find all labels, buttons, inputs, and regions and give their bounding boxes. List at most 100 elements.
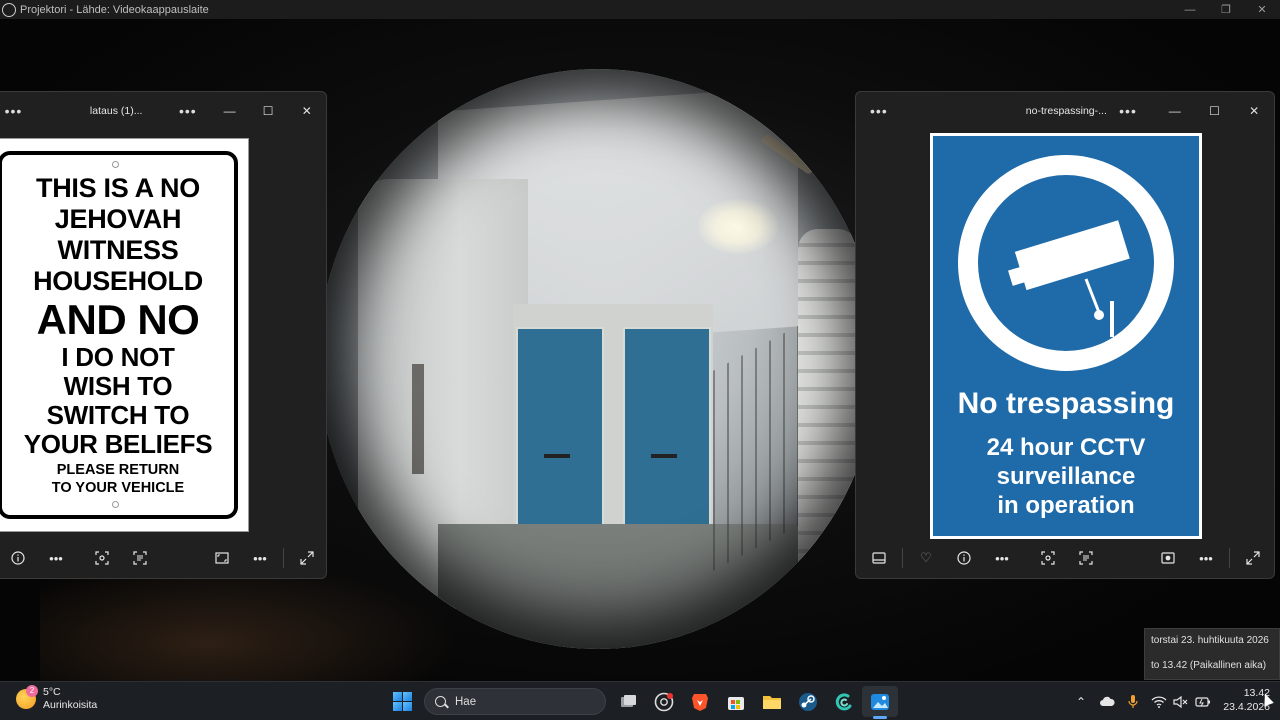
more-icon[interactable]: ••• [37,544,75,572]
sign-line: THIS IS A NO [36,173,200,203]
photos-window-left[interactable]: ••• lataus (1)... ••• — ☐ ✕ THIS IS A NO… [0,91,327,579]
taskbar: 2 5°C Aurinkoisita Hae ⌃ 13.42 23.4.2026 [0,681,1280,720]
toolbar-divider [1229,548,1230,568]
more-options-button[interactable]: ••• [1113,103,1143,119]
file-explorer-icon[interactable] [754,686,790,717]
weather-widget[interactable]: 2 5°C Aurinkoisita [16,685,97,712]
notification-badge: 2 [26,685,38,697]
projector-titlebar: Projektori - Lähde: Videokaappauslaite —… [0,0,1280,19]
system-tray: ⌃ [1070,686,1214,717]
chrome-icon[interactable] [646,686,682,717]
more-options-button[interactable]: ••• [173,103,202,119]
volume-muted-icon[interactable] [1170,691,1192,713]
search-placeholder: Hae [455,695,477,708]
sign-heading: No trespassing [957,387,1175,420]
sign-line: PLEASE RETURN [56,462,180,478]
toolbar-divider [283,548,284,568]
fit-icon[interactable] [203,544,241,572]
photos-window-right[interactable]: ••• no-trespassing-... ••• — ☐ ✕ No tres… [855,91,1275,579]
menu-button[interactable]: ••• [0,103,28,119]
close-button[interactable]: ✕ [1234,104,1274,118]
expand-icon[interactable] [1234,544,1272,572]
info-icon[interactable] [0,544,37,572]
sign-line: JEHOVAH [54,204,182,234]
photo-toolbar: ••• ••• [0,538,326,578]
sign-line: 24 hour CCTV [986,434,1146,461]
sign-line: AND NO [36,296,200,343]
weather-sun-icon: 2 [16,685,38,709]
clock-tooltip: torstai 23. huhtikuuta 2026 to 13.42 (Pa… [1144,628,1280,680]
projector-app-icon [2,2,16,17]
cctv-ring [958,155,1174,371]
menu-button[interactable]: ••• [864,103,894,119]
sign-line: YOUR BELIEFS [23,429,213,459]
heart-icon[interactable]: ♡ [907,544,945,572]
steam-icon[interactable] [790,686,826,717]
tooltip-date: torstai 23. huhtikuuta 2026 [1151,635,1269,646]
scan-icon[interactable] [83,544,121,572]
tooltip-time: to 13.42 (Paikallinen aika) [1151,660,1267,671]
weather-condition: Aurinkoisita [43,699,98,711]
active-app-indicator [873,716,887,719]
task-view-icon[interactable] [610,686,646,717]
peephole-view [318,69,878,649]
jehovah-sign-image: THIS IS A NO JEHOVAH WITNESS HOUSEHOLD A… [0,138,249,532]
battery-icon[interactable] [1192,691,1214,713]
sign-subtext: 24 hour CCTV surveillance in operation [987,433,1146,520]
search-icon [435,696,446,707]
lens-vignette [318,69,878,649]
minimize-button[interactable]: — [210,104,249,118]
more-icon[interactable]: ••• [983,544,1021,572]
more-icon[interactable]: ••• [241,544,279,572]
clock-date: 23.4.2026 [1223,701,1270,713]
wifi-icon[interactable] [1148,691,1170,713]
window-title: lataus (1)... [89,105,143,117]
projector-window-controls: — ❐ ✕ [1172,0,1280,19]
capture-icon[interactable] [1149,544,1187,572]
sign-text-frame: THIS IS A NO JEHOVAH WITNESS HOUSEHOLD A… [0,151,238,519]
projector-title: Projektori - Lähde: Videokaappauslaite [20,3,209,16]
window-titlebar: ••• no-trespassing-... ••• — ☐ ✕ [856,92,1274,130]
onedrive-cloud-icon[interactable] [1096,691,1118,713]
sign-line: surveillance [996,463,1136,490]
store-icon[interactable] [718,686,754,717]
photo-toolbar: ♡ ••• ••• [856,538,1274,578]
copilot-icon[interactable] [826,686,862,717]
weather-text: 5°C Aurinkoisita [43,686,97,712]
brave-icon[interactable] [682,686,718,717]
photos-icon[interactable] [862,686,898,719]
sign-line: I DO NOT [61,342,175,372]
cctv-camera-icon [1008,220,1130,337]
toolbar-divider [902,548,903,568]
maximize-button[interactable]: ☐ [1195,104,1235,118]
sign-line: SWITCH TO [46,400,190,430]
sign-blue-panel: No trespassing 24 hour CCTV surveillance… [933,136,1199,536]
close-button[interactable]: ✕ [287,104,326,118]
taskbar-apps: Hae [384,686,898,719]
minimize-button[interactable]: — [1155,104,1195,118]
sign-line: TO YOUR VEHICLE [51,480,185,496]
maximize-button[interactable]: ☐ [249,104,288,118]
restore-button[interactable]: ❐ [1208,0,1244,19]
minimize-button[interactable]: — [1172,0,1208,19]
window-titlebar: ••• lataus (1)... ••• — ☐ ✕ [0,92,326,130]
expand-icon[interactable] [288,544,326,572]
sign-line: WISH TO [63,371,173,401]
sign-line: in operation [997,492,1135,519]
weather-temp: 5°C [43,686,61,698]
info-icon[interactable] [945,544,983,572]
text-scan-icon[interactable] [1067,544,1105,572]
window-title: no-trespassing-... [1025,105,1107,117]
windows-start-icon[interactable] [384,686,420,717]
more-icon[interactable]: ••• [1187,544,1225,572]
scan-icon[interactable] [1029,544,1067,572]
text-scan-icon[interactable] [121,544,159,572]
sign-line: WITNESS [57,235,179,265]
sign-hole [112,501,119,508]
close-button[interactable]: ✕ [1244,0,1280,19]
microphone-icon[interactable] [1122,691,1144,713]
chevron-up-icon[interactable]: ⌃ [1070,691,1092,713]
search-box[interactable]: Hae [424,688,606,715]
filmstrip-icon[interactable] [860,544,898,572]
sign-line: HOUSEHOLD [33,266,203,296]
